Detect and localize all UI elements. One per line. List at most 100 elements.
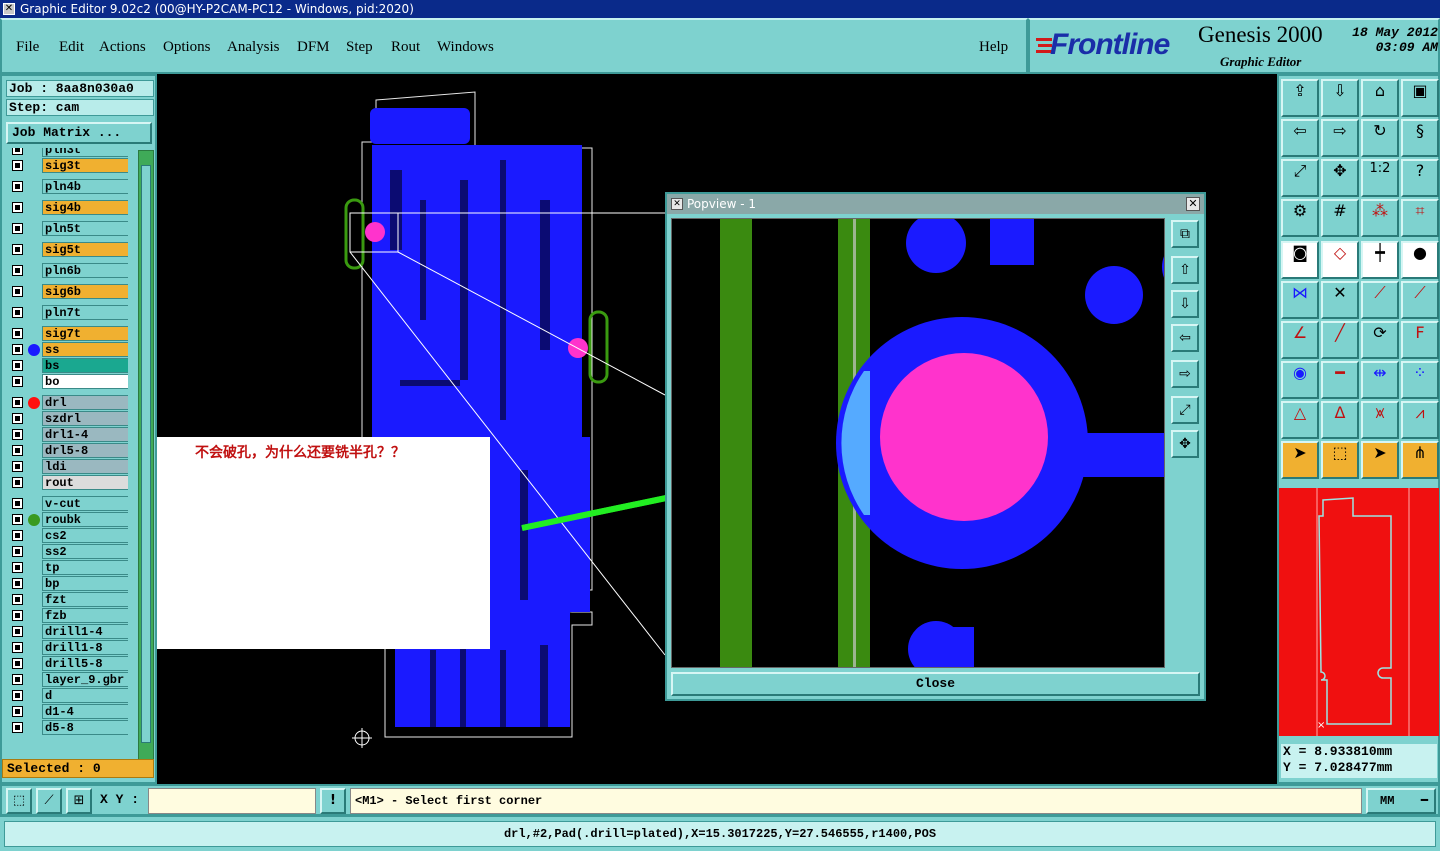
layer-row[interactable]: ldi (8, 459, 128, 474)
pv-zoom-in-icon[interactable]: ✥ (1171, 430, 1199, 458)
layer-name[interactable]: drl1-4 (42, 427, 128, 442)
layer-name[interactable]: cs2 (42, 528, 128, 543)
layer-name[interactable]: sig7t (42, 326, 128, 341)
zoom-box-icon[interactable]: ⬚ (6, 788, 32, 814)
xy-input[interactable] (148, 788, 316, 814)
menu-analysis[interactable]: Analysis (227, 39, 280, 56)
layer-row[interactable]: v-cut (8, 496, 128, 511)
pv-zoom-out-icon[interactable]: ⤢ (1171, 396, 1199, 424)
unit-select[interactable]: MM ━ (1366, 788, 1436, 814)
layer-name[interactable]: d5-8 (42, 720, 128, 735)
layer-checkbox[interactable] (12, 307, 23, 318)
layer-name[interactable]: bp (42, 576, 128, 591)
layer-name[interactable]: szdrl (42, 411, 128, 426)
zoom-fit-icon[interactable]: ⤢ (1281, 159, 1319, 197)
scale-icon[interactable]: 1:2 (1361, 159, 1399, 197)
window-icon[interactable]: ▣ (1401, 79, 1439, 117)
layer-name[interactable]: pln6b (42, 263, 128, 278)
layer-row[interactable]: d1-4 (8, 704, 128, 719)
text-f-icon[interactable]: F (1401, 321, 1439, 359)
layer-name[interactable]: sig3t (42, 158, 128, 173)
grid-snap-icon[interactable]: ⊞ (66, 788, 92, 814)
cross-icon[interactable]: ✕ (1321, 281, 1359, 319)
layer-row[interactable]: pln5t (8, 221, 128, 236)
layer-row[interactable]: d (8, 688, 128, 703)
layer-checkbox[interactable] (12, 578, 23, 589)
menu-edit[interactable]: Edit (59, 39, 84, 56)
layer-name[interactable]: drill1-4 (42, 624, 128, 639)
layer-row[interactable]: szdrl (8, 411, 128, 426)
layer-checkbox[interactable] (12, 223, 23, 234)
layer-checkbox[interactable] (12, 610, 23, 621)
layer-name[interactable]: fzt (42, 592, 128, 607)
select-arrow-icon[interactable]: ➤ (1361, 441, 1399, 479)
layer-row[interactable]: d5-8 (8, 720, 128, 735)
pv-pan-up-icon[interactable]: ⇧ (1171, 256, 1199, 284)
layer-checkbox[interactable] (12, 148, 23, 155)
select-net-icon[interactable]: ⋔ (1401, 441, 1439, 479)
menu-options[interactable]: Options (163, 39, 211, 56)
layer-row[interactable]: fzt (8, 592, 128, 607)
mirror-icon[interactable]: § (1401, 119, 1439, 157)
layer-row[interactable]: drill1-8 (8, 640, 128, 655)
layer-checkbox[interactable] (12, 376, 23, 387)
layer-row[interactable]: sig7t (8, 326, 128, 341)
popview-menu-icon[interactable]: ✕ (671, 198, 683, 210)
ruler-icon[interactable]: ┿ (1361, 241, 1399, 279)
layer-row[interactable]: pln7t (8, 305, 128, 320)
triangle-a-icon[interactable]: Δ (1321, 401, 1359, 439)
menu-dfm[interactable]: DFM (297, 39, 330, 56)
layer-checkbox[interactable] (12, 397, 23, 408)
layer-checkbox[interactable] (12, 722, 23, 733)
layer-scrollbar[interactable] (138, 150, 154, 760)
window-close-icon[interactable]: ✕ (3, 3, 15, 15)
layer-checkbox[interactable] (12, 265, 23, 276)
layer-name[interactable]: v-cut (42, 496, 128, 511)
home-icon[interactable]: ⌂ (1361, 79, 1399, 117)
layer-name[interactable]: d (42, 688, 128, 703)
layer-row[interactable]: pln6b (8, 263, 128, 278)
layer-row[interactable]: pln4b (8, 179, 128, 194)
pv-pan-down-icon[interactable]: ⇩ (1171, 290, 1199, 318)
layer-checkbox[interactable] (12, 413, 23, 424)
popview-title-bar[interactable]: ✕ Popview - 1 ✕ (667, 194, 1204, 214)
arch-line-icon[interactable]: ⩘ (1401, 401, 1439, 439)
layer-row[interactable]: ss2 (8, 544, 128, 559)
layer-row[interactable]: drl1-4 (8, 427, 128, 442)
menu-windows[interactable]: Windows (437, 39, 494, 56)
layer-name[interactable]: roubk (42, 512, 128, 527)
layer-name[interactable]: pln7t (42, 305, 128, 320)
menu-rout[interactable]: Rout (391, 39, 420, 56)
layer-row[interactable]: sig4b (8, 200, 128, 215)
layer-name[interactable]: drill1-8 (42, 640, 128, 655)
zoom-center-icon[interactable]: ✥ (1321, 159, 1359, 197)
layer-checkbox[interactable] (12, 546, 23, 557)
layer-checkbox[interactable] (12, 429, 23, 440)
layer-checkbox[interactable] (12, 594, 23, 605)
measure-diag-icon[interactable]: ⟋ (36, 788, 62, 814)
settings-icon[interactable]: ⚙ (1281, 199, 1319, 237)
layer-name[interactable]: pln4b (42, 179, 128, 194)
pad-icon[interactable]: ◙ (1281, 241, 1319, 279)
layer-row[interactable]: fzb (8, 608, 128, 623)
layer-row[interactable]: sig5t (8, 242, 128, 257)
popview-close-icon[interactable]: ✕ (1186, 197, 1200, 211)
menu-help[interactable]: Help (979, 39, 1008, 56)
layer-name[interactable]: d1-4 (42, 704, 128, 719)
layer-name[interactable]: pln3t (42, 148, 128, 157)
layer-checkbox[interactable] (12, 562, 23, 573)
overview-map[interactable]: × (1279, 488, 1439, 736)
layers-color-icon[interactable]: ⁂ (1361, 199, 1399, 237)
layer-row[interactable]: ss (8, 342, 128, 357)
layer-row[interactable]: pln3t (8, 148, 128, 157)
grid-icon[interactable]: # (1321, 199, 1359, 237)
redraw-icon[interactable]: ↻ (1361, 119, 1399, 157)
layer-row[interactable]: bp (8, 576, 128, 591)
angle-icon[interactable]: ∠ (1281, 321, 1319, 359)
layer-name[interactable]: sig4b (42, 200, 128, 215)
layer-name[interactable]: drl (42, 395, 128, 410)
layer-name[interactable]: bo (42, 374, 128, 389)
layer-name[interactable]: bs (42, 358, 128, 373)
net-icon[interactable]: ⌗ (1401, 199, 1439, 237)
line-diag-icon[interactable]: ⟋ (1361, 281, 1399, 319)
